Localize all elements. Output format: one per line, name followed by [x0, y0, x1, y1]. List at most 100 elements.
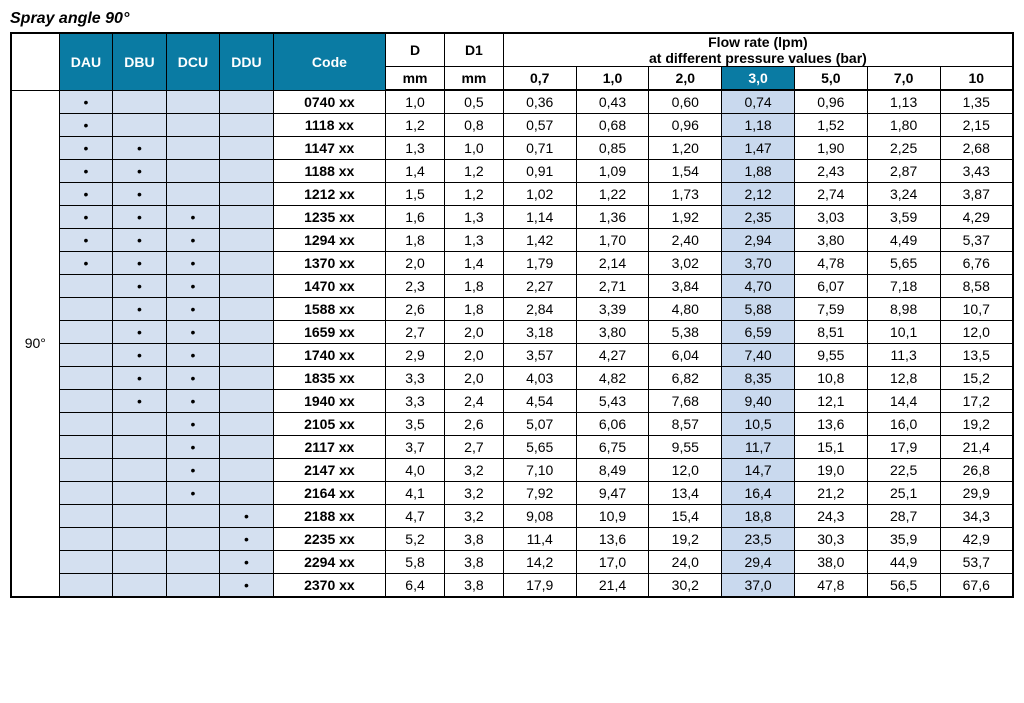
cell-flow: 11,3 — [867, 344, 940, 367]
cell-flow: 1,36 — [576, 206, 649, 229]
cell-d: 2,0 — [386, 252, 445, 275]
cell-code: 1370 xx — [273, 252, 385, 275]
cell-ddu: • — [220, 574, 274, 598]
table-row: •••1235 xx1,61,31,141,361,922,353,033,59… — [11, 206, 1013, 229]
cell-flow: 7,92 — [503, 482, 576, 505]
angle-header-blank — [11, 33, 59, 90]
cell-dau — [59, 436, 113, 459]
cell-flow: 10,7 — [940, 298, 1013, 321]
cell-flow: 16,0 — [867, 413, 940, 436]
cell-flow: 4,80 — [649, 298, 722, 321]
cell-flow: 6,06 — [576, 413, 649, 436]
cell-d: 2,9 — [386, 344, 445, 367]
cell-d: 1,2 — [386, 114, 445, 137]
cell-dau: • — [59, 137, 113, 160]
cell-ddu — [220, 482, 274, 505]
cell-flow: 10,5 — [722, 413, 795, 436]
cell-dbu — [113, 528, 167, 551]
cell-flow: 1,73 — [649, 183, 722, 206]
cell-d1: 3,2 — [444, 505, 503, 528]
cell-d: 1,6 — [386, 206, 445, 229]
cell-flow: 9,47 — [576, 482, 649, 505]
cell-flow: 21,4 — [940, 436, 1013, 459]
cell-flow: 3,03 — [794, 206, 867, 229]
table-row: •2294 xx5,83,814,217,024,029,438,044,953… — [11, 551, 1013, 574]
cell-flow: 7,18 — [867, 275, 940, 298]
cell-dbu — [113, 436, 167, 459]
cell-flow: 2,15 — [940, 114, 1013, 137]
cell-d: 2,7 — [386, 321, 445, 344]
cell-flow: 26,8 — [940, 459, 1013, 482]
cell-flow: 2,40 — [649, 229, 722, 252]
cell-code: 2188 xx — [273, 505, 385, 528]
cell-flow: 13,4 — [649, 482, 722, 505]
cell-flow: 3,59 — [867, 206, 940, 229]
cell-dau — [59, 275, 113, 298]
cell-d1: 2,6 — [444, 413, 503, 436]
table-row: ••1212 xx1,51,21,021,221,732,122,743,243… — [11, 183, 1013, 206]
cell-flow: 3,02 — [649, 252, 722, 275]
cell-flow: 17,0 — [576, 551, 649, 574]
cell-d1: 1,3 — [444, 229, 503, 252]
cell-flow: 5,65 — [867, 252, 940, 275]
cell-flow: 1,88 — [722, 160, 795, 183]
cell-flow: 3,80 — [794, 229, 867, 252]
cell-ddu — [220, 206, 274, 229]
cell-flow: 3,57 — [503, 344, 576, 367]
cell-d1: 0,8 — [444, 114, 503, 137]
cell-code: 1470 xx — [273, 275, 385, 298]
cell-flow: 8,35 — [722, 367, 795, 390]
cell-dcu — [166, 528, 220, 551]
cell-d1: 3,8 — [444, 528, 503, 551]
col-p1: 1,0 — [576, 67, 649, 91]
cell-flow: 1,14 — [503, 206, 576, 229]
cell-flow: 4,54 — [503, 390, 576, 413]
cell-code: 1294 xx — [273, 229, 385, 252]
cell-dau: • — [59, 114, 113, 137]
page-title: Spray angle 90° — [10, 10, 1014, 28]
cell-dau: • — [59, 90, 113, 114]
cell-flow: 19,0 — [794, 459, 867, 482]
cell-code: 0740 xx — [273, 90, 385, 114]
cell-dcu — [166, 114, 220, 137]
cell-flow: 12,0 — [940, 321, 1013, 344]
cell-flow: 6,07 — [794, 275, 867, 298]
table-row: ••1740 xx2,92,03,574,276,047,409,5511,31… — [11, 344, 1013, 367]
cell-flow: 1,18 — [722, 114, 795, 137]
cell-dau — [59, 574, 113, 598]
cell-flow: 4,82 — [576, 367, 649, 390]
cell-flow: 3,18 — [503, 321, 576, 344]
cell-d1: 0,5 — [444, 90, 503, 114]
cell-flow: 1,35 — [940, 90, 1013, 114]
table-row: •••1294 xx1,81,31,421,702,402,943,804,49… — [11, 229, 1013, 252]
cell-dcu: • — [166, 459, 220, 482]
cell-flow: 19,2 — [940, 413, 1013, 436]
cell-code: 2105 xx — [273, 413, 385, 436]
cell-flow: 4,49 — [867, 229, 940, 252]
cell-flow: 11,4 — [503, 528, 576, 551]
cell-flow: 3,87 — [940, 183, 1013, 206]
cell-d: 4,1 — [386, 482, 445, 505]
cell-flow: 1,54 — [649, 160, 722, 183]
cell-flow: 12,8 — [867, 367, 940, 390]
cell-dcu: • — [166, 275, 220, 298]
cell-flow: 2,87 — [867, 160, 940, 183]
cell-d1: 3,8 — [444, 574, 503, 598]
cell-d1: 2,0 — [444, 344, 503, 367]
cell-dcu — [166, 160, 220, 183]
col-dcu: DCU — [166, 33, 220, 90]
cell-ddu: • — [220, 505, 274, 528]
cell-ddu: • — [220, 528, 274, 551]
cell-flow: 6,76 — [940, 252, 1013, 275]
table-row: •2188 xx4,73,29,0810,915,418,824,328,734… — [11, 505, 1013, 528]
cell-code: 1235 xx — [273, 206, 385, 229]
cell-ddu — [220, 413, 274, 436]
cell-dau — [59, 413, 113, 436]
cell-d1: 2,0 — [444, 367, 503, 390]
cell-ddu — [220, 229, 274, 252]
table-row: •2147 xx4,03,27,108,4912,014,719,022,526… — [11, 459, 1013, 482]
spray-table: DAU DBU DCU DDU Code D D1 Flow rate (lpm… — [10, 32, 1014, 598]
cell-dau — [59, 298, 113, 321]
cell-flow: 17,9 — [867, 436, 940, 459]
cell-code: 1188 xx — [273, 160, 385, 183]
